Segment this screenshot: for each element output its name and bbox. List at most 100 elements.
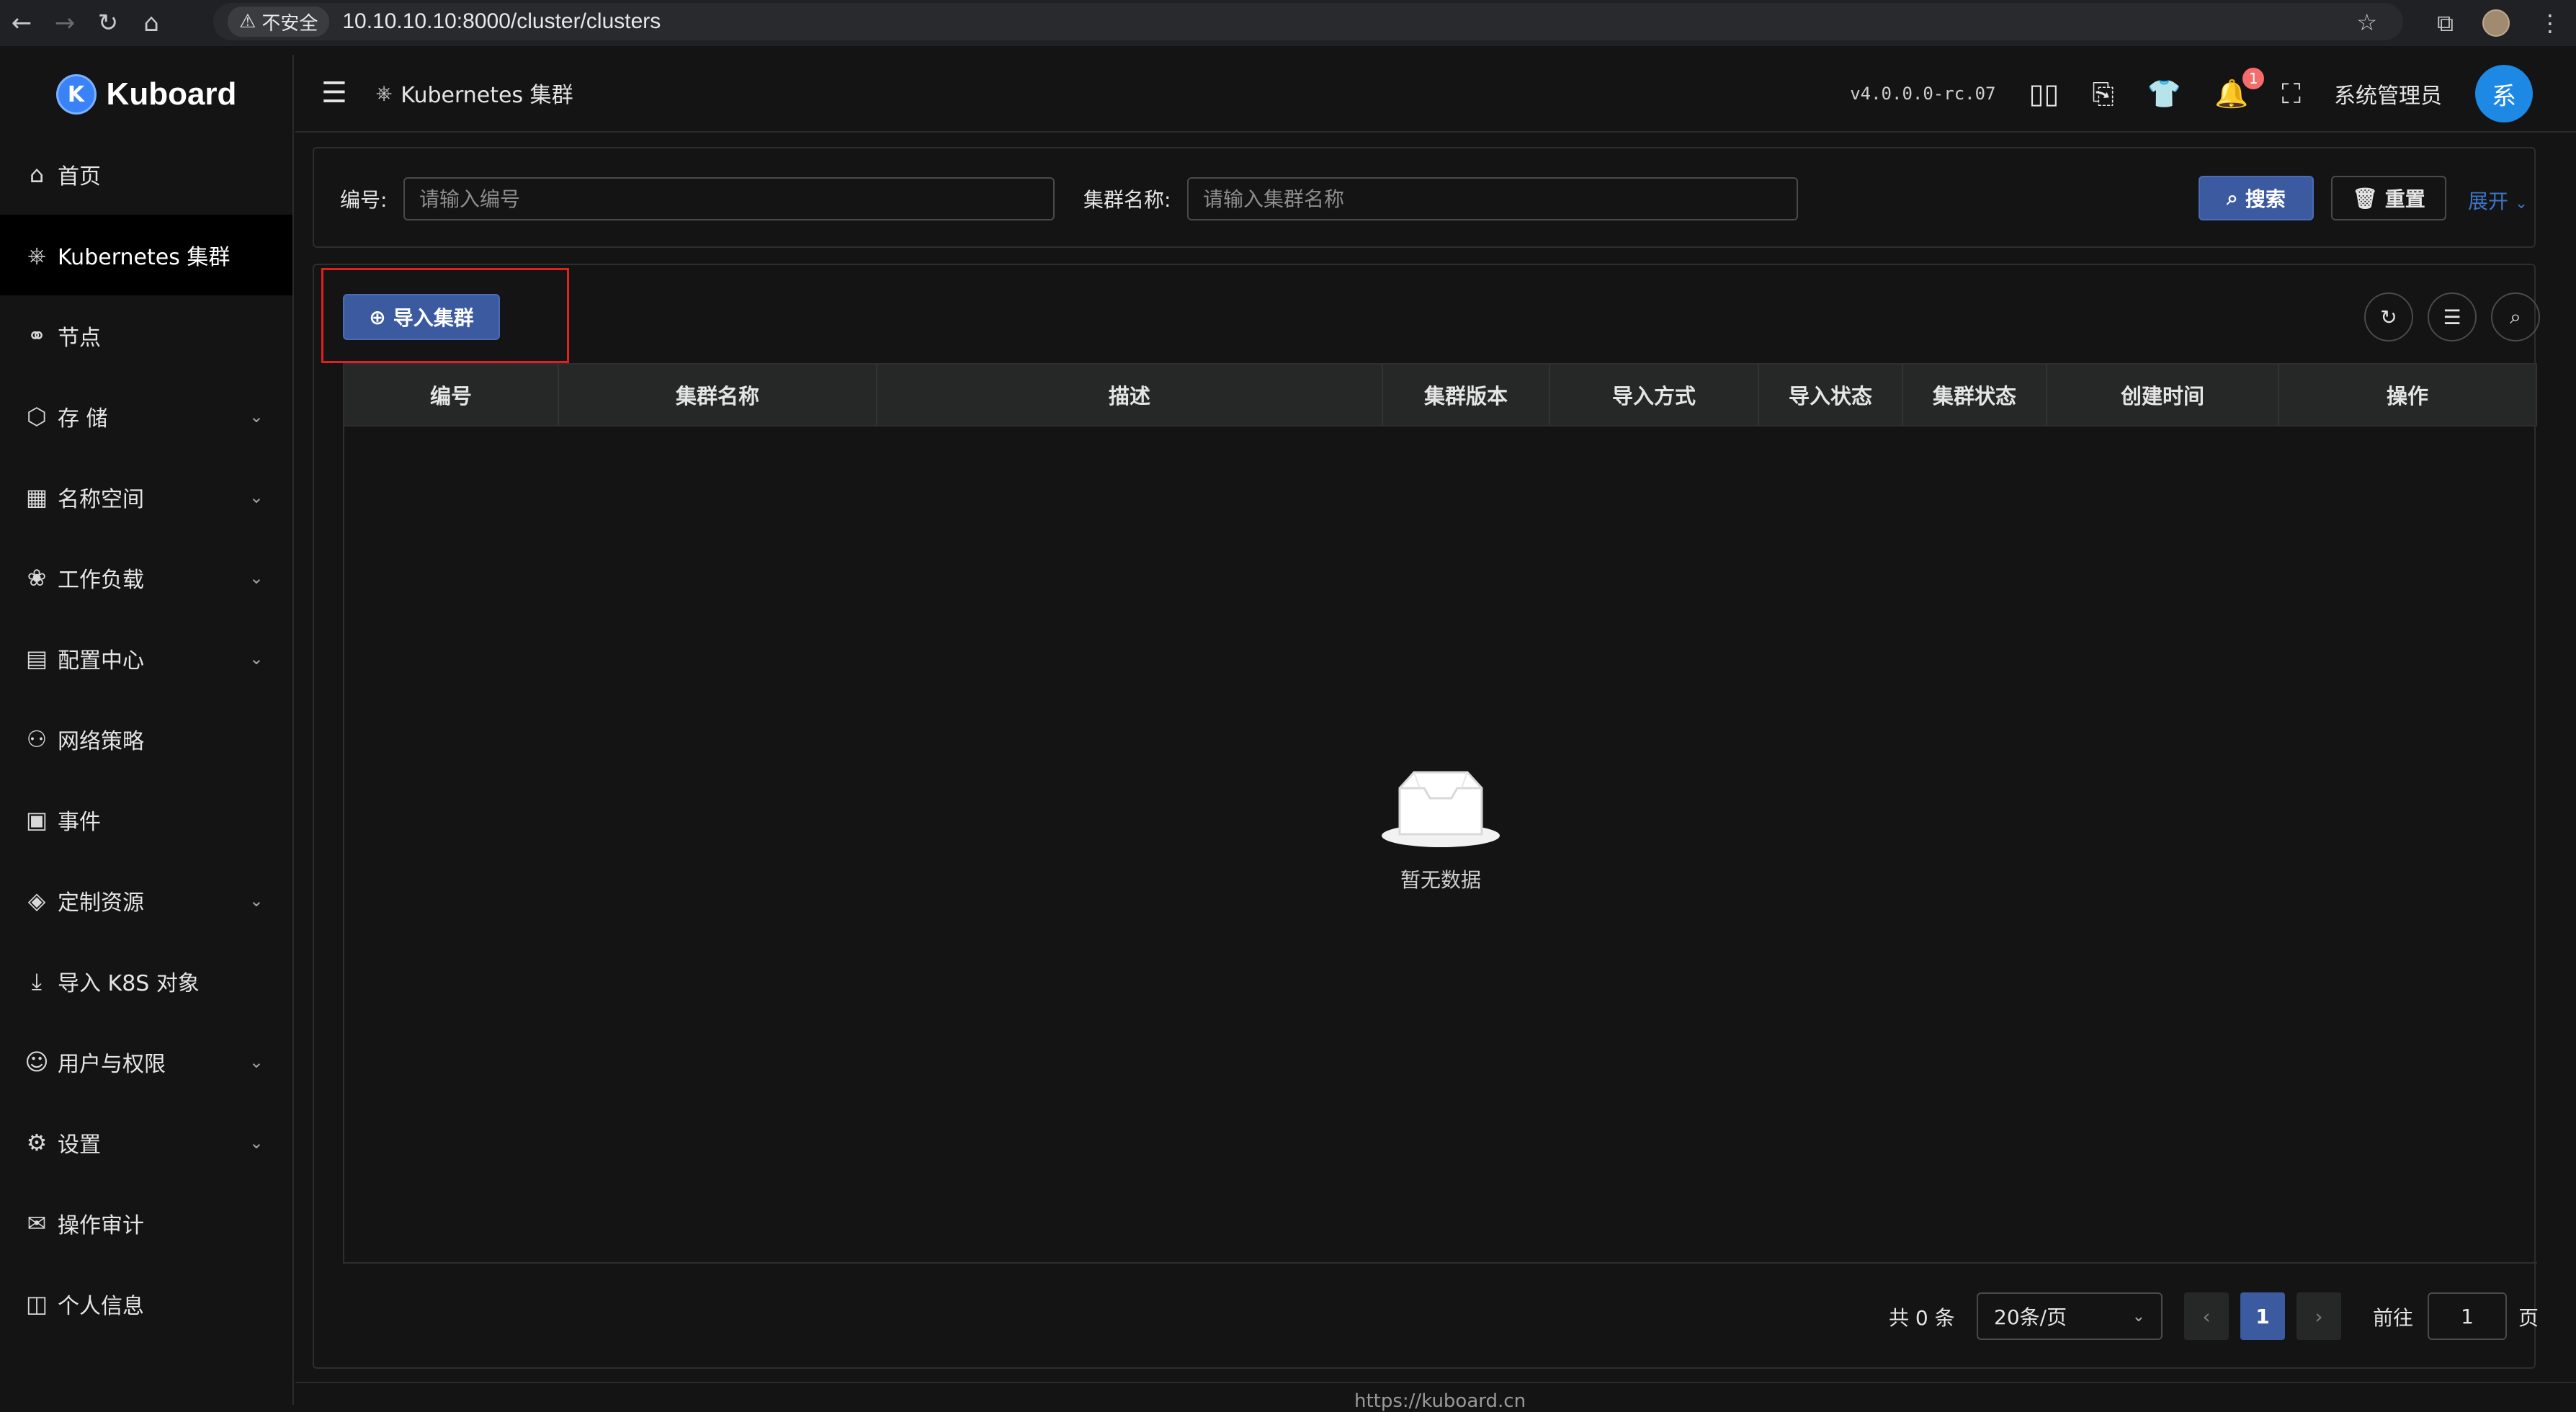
logo[interactable]: K Kuboard [0,55,292,134]
cluster-name-input[interactable] [1187,177,1798,220]
logo-text: Kuboard [106,76,237,112]
empty-inbox-icon [1382,771,1500,847]
goto-page-input[interactable] [2428,1292,2507,1340]
next-page-icon[interactable]: › [2297,1292,2341,1340]
chevron-down-icon: ⌄ [249,1052,264,1072]
column-header-import-method[interactable]: 导入方式 [1550,365,1759,425]
sidebar-item-5[interactable]: ❀ 工作负载 ⌄ [0,537,292,618]
theme-shirt-icon[interactable]: 👕 [2147,78,2181,110]
page-number-1[interactable]: 1 [2240,1292,2285,1340]
expand-link-label: 展开 [2468,189,2509,213]
sidebar-item-icon: ◫ [25,1290,48,1318]
column-header-created-time[interactable]: 创建时间 [2047,365,2279,425]
column-header-version[interactable]: 集群版本 [1383,365,1550,425]
sidebar-item-1[interactable]: ⎈ Kubernetes 集群 [0,215,292,295]
refresh-icon[interactable]: ↻ [2364,292,2413,341]
search-button[interactable]: ⌕ 搜索 [2199,176,2314,220]
sidebar-item-label: 工作负载 [58,568,144,593]
layout-icon[interactable]: ▯▯ [2029,78,2060,110]
column-settings-icon[interactable]: ☰ [2428,292,2477,341]
footer-link[interactable]: https://kuboard.cn [1354,1390,1526,1412]
url-text[interactable]: 10.10.10.10:8000/cluster/clusters [342,9,661,34]
reset-button[interactable]: 🗑 重置 [2331,176,2446,220]
expand-link[interactable]: 展开 ⌄ [2468,186,2528,215]
sidebar-item-label: 个人信息 [58,1294,144,1319]
browser-toolbar: ← → ↻ ⌂ ⚠ 不安全 10.10.10.10:8000/cluster/c… [0,0,2576,46]
notification-badge: 1 [2242,67,2265,89]
reload-icon[interactable]: ↻ [86,3,130,43]
reset-button-label: 重置 [2384,187,2425,211]
column-header-id[interactable]: 编号 [344,365,559,425]
column-header-cluster-name[interactable]: 集群名称 [559,365,877,425]
import-cluster-button[interactable]: ⊕ 导入集群 [343,294,500,340]
sidebar-item-icon: ✉ [27,1210,47,1237]
extensions-icon[interactable]: ⧉ [2437,9,2454,37]
sidebar-item-12[interactable]: ⚙ 设置 ⌄ [0,1102,292,1183]
sidebar-item-13[interactable]: ✉ 操作审计 [0,1183,292,1264]
sidebar-item-14[interactable]: ◫ 个人信息 [0,1264,292,1344]
fullscreen-icon[interactable]: ⛶ [2281,78,2301,110]
prev-page-icon[interactable]: ‹ [2184,1292,2229,1340]
sidebar-item-label: Kubernetes 集群 [58,245,231,270]
sidebar-item-7[interactable]: ⚇ 网络策略 [0,699,292,779]
sidebar-item-9[interactable]: ◈ 定制资源 ⌄ [0,860,292,941]
sidebar-item-10[interactable]: ⤓ 导入 K8S 对象 [0,941,292,1022]
sidebar-item-0[interactable]: ⌂ 首页 [0,134,292,215]
sidebar-item-icon: ▦ [25,483,48,511]
column-header-cluster-status[interactable]: 集群状态 [1903,365,2047,425]
column-header-import-status[interactable]: 导入状态 [1759,365,1903,425]
version-label: v4.0.0.0-rc.07 [1850,84,1996,104]
chevron-down-icon: ⌄ [249,487,264,507]
search-icon: ⌕ [2227,186,2238,210]
bookmark-star-icon[interactable]: ☆ [2356,9,2377,36]
chevron-down-icon: ⌄ [2132,1307,2145,1326]
sidebar-menu: ⌂ 首页 ⎈ Kubernetes 集群 ⚭ 节点 ⬡ 存 储 ⌄ ▦ 名称空间 ⌄ ❀ 工作负载 ⌄ ▤ 配置… [0,134,292,1344]
sidebar-item-icon: ⬡ [27,403,47,430]
chevron-down-icon: ⌄ [249,648,264,669]
bell-icon[interactable]: 🔔 1 [2214,67,2265,110]
user-avatar[interactable]: 系 [2475,65,2533,122]
sidebar-item-3[interactable]: ⬡ 存 储 ⌄ [0,376,292,457]
table-header: 编号 集群名称 描述 集群版本 导入方式 导入状态 集群状态 创建时间 操作 [344,365,2537,426]
insecure-badge[interactable]: ⚠ 不安全 [228,6,330,37]
sidebar-item-8[interactable]: ▣ 事件 [0,779,292,860]
name-label: 集群名称: [1083,188,1171,212]
sidebar-item-icon: ⎈ [27,241,46,269]
home-icon[interactable]: ⌂ [130,3,173,43]
sidebar-item-icon: ⚭ [27,322,47,349]
sidebar-item-4[interactable]: ▦ 名称空间 ⌄ [0,457,292,537]
sidebar-item-icon: ⤓ [31,967,43,995]
sidebar-item-label: 定制资源 [58,890,144,916]
username[interactable]: 系统管理员 [2334,78,2442,110]
kuboard-logo-icon: K [55,74,97,115]
sidebar-item-label: 网络策略 [58,729,144,754]
table-panel: ⊕ 导入集群 ↻ ☰ ⌕ 编号 集群名称 描述 集群版本 导入方式 导入状态 集… [313,264,2540,1369]
column-header-description[interactable]: 描述 [877,365,1383,425]
id-input[interactable] [403,177,1055,220]
chevron-down-icon: ⌄ [249,406,264,426]
goto-label: 前往 [2373,1306,2414,1330]
page-suffix: 页 [2518,1306,2539,1330]
sidebar-item-label: 首页 [58,164,101,189]
top-header: ☰ ⎈ Kubernetes 集群 v4.0.0.0-rc.07 ▯▯ ⎘ 👕 … [295,55,2576,133]
profile-avatar[interactable] [2482,9,2510,37]
translate-icon[interactable]: ⎘ [2092,78,2114,110]
browser-menu-icon[interactable]: ⋮ [2539,9,2562,37]
breadcrumb: ⎈ Kubernetes 集群 [376,77,573,109]
empty-text: 暂无数据 [1400,868,1481,892]
address-bar[interactable]: ⚠ 不安全 10.10.10.10:8000/cluster/clusters … [213,3,2403,40]
sidebar-item-icon: ▣ [25,806,48,834]
sidebar-item-2[interactable]: ⚭ 节点 [0,295,292,376]
search-toggle-icon[interactable]: ⌕ [2491,292,2540,341]
chevron-down-icon: ⌄ [2514,195,2528,213]
chevron-down-icon: ⌄ [249,568,264,588]
page-size-select[interactable]: 20条/页 ⌄ [1977,1292,2163,1340]
forward-icon[interactable]: → [43,3,86,43]
sidebar-item-6[interactable]: ▤ 配置中心 ⌄ [0,618,292,699]
search-button-label: 搜索 [2245,187,2286,211]
menu-toggle-icon[interactable]: ☰ [321,76,347,110]
sidebar-item-11[interactable]: ☺ 用户与权限 ⌄ [0,1022,292,1102]
column-header-actions[interactable]: 操作 [2279,365,2537,425]
footer-divider [295,1382,2576,1383]
back-icon[interactable]: ← [0,3,43,43]
